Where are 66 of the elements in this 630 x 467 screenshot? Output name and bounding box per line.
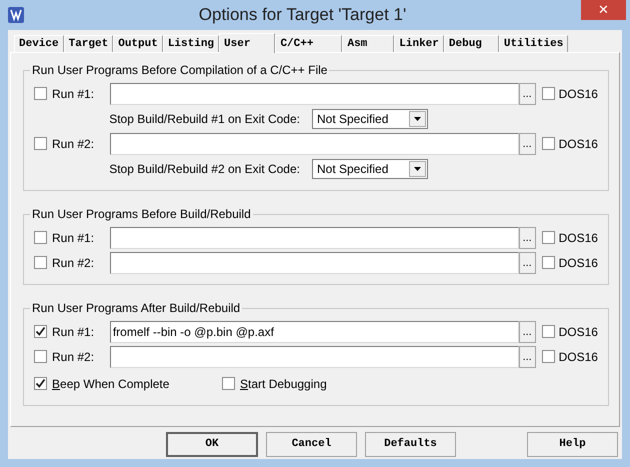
checkbox[interactable] — [542, 137, 555, 150]
dialog-button[interactable]: Help — [527, 432, 618, 457]
tab[interactable]: Asm — [342, 35, 394, 52]
browse-button[interactable]: ... — [518, 82, 536, 104]
checkbox[interactable] — [542, 87, 555, 100]
caret-icon — [414, 116, 421, 120]
command-field[interactable]: fromelf --bin -o @p.bin @p.axf — [110, 320, 519, 342]
checkbox[interactable] — [34, 325, 47, 338]
checkbox[interactable] — [34, 137, 47, 150]
browse-button[interactable]: ... — [518, 252, 536, 274]
tab[interactable]: Debug — [444, 35, 499, 52]
checkbox[interactable] — [542, 350, 555, 363]
command-field[interactable] — [110, 132, 519, 154]
window-title: Options for Target 'Target 1' — [198, 4, 408, 26]
run-label: Run #1: — [52, 86, 96, 102]
tab[interactable]: Device — [14, 35, 64, 52]
close-button[interactable]: ✕ — [581, 0, 626, 20]
browse-button[interactable]: ... — [518, 226, 536, 248]
exit-code-label: Stop Build/Rebuild #1 on Exit Code: — [108, 110, 301, 128]
tab[interactable]: Output — [113, 35, 163, 52]
checkbox-label: Start Debugging — [240, 376, 327, 392]
run-label: Run #1: — [52, 230, 96, 246]
dialog-button[interactable]: Cancel — [266, 432, 357, 457]
checkbox[interactable] — [542, 231, 555, 244]
checkbox[interactable] — [34, 256, 47, 269]
group-title: Run User Programs Before Build/Rebuild — [31, 207, 252, 221]
checkbox-label: DOS16 — [558, 136, 598, 152]
app-icon — [8, 7, 24, 23]
checkbox[interactable] — [34, 377, 47, 390]
checkbox-label: DOS16 — [558, 86, 598, 102]
checkbox[interactable] — [34, 231, 47, 244]
caret-icon — [414, 166, 421, 170]
checkbox-label: DOS16 — [558, 324, 598, 340]
exit-code-label: Stop Build/Rebuild #2 on Exit Code: — [108, 160, 301, 178]
checkbox[interactable] — [542, 256, 555, 269]
dialog-button[interactable]: Defaults — [365, 432, 456, 457]
group-title: Run User Programs Before Compilation of a C/C++ File — [31, 63, 328, 77]
checkbox-label: DOS16 — [558, 348, 598, 366]
tab[interactable]: User — [219, 33, 276, 53]
exit-code-dropdown[interactable]: Not Specified — [312, 108, 428, 128]
tab[interactable]: Linker — [394, 35, 444, 52]
checkbox-label: Beep When Complete — [52, 376, 170, 392]
checkbox-label: DOS16 — [558, 230, 598, 246]
tab[interactable]: C/C++ — [275, 35, 342, 52]
checkbox[interactable] — [34, 87, 47, 100]
tab[interactable]: Target — [64, 35, 114, 52]
dialog-button[interactable]: OK — [166, 432, 258, 457]
run-label: Run #2: — [52, 348, 96, 366]
browse-button[interactable]: ... — [518, 320, 536, 342]
exit-code-dropdown[interactable]: Not Specified — [312, 158, 428, 178]
checkbox[interactable] — [542, 325, 555, 338]
command-field[interactable] — [110, 82, 519, 104]
tab[interactable]: Utilities — [498, 35, 568, 52]
checkbox[interactable] — [222, 377, 235, 390]
checkbox-label: DOS16 — [558, 254, 598, 272]
browse-button[interactable]: ... — [518, 132, 536, 154]
run-label: Run #2: — [52, 254, 96, 272]
checkbox[interactable] — [34, 350, 47, 363]
tab[interactable]: Listing — [162, 35, 220, 52]
group-title: Run User Programs After Build/Rebuild — [31, 301, 242, 315]
command-field[interactable] — [110, 226, 519, 248]
run-label: Run #1: — [52, 324, 96, 340]
command-field[interactable] — [110, 252, 519, 274]
run-label: Run #2: — [52, 136, 96, 152]
command-field[interactable] — [110, 346, 519, 368]
browse-button[interactable]: ... — [518, 346, 536, 368]
